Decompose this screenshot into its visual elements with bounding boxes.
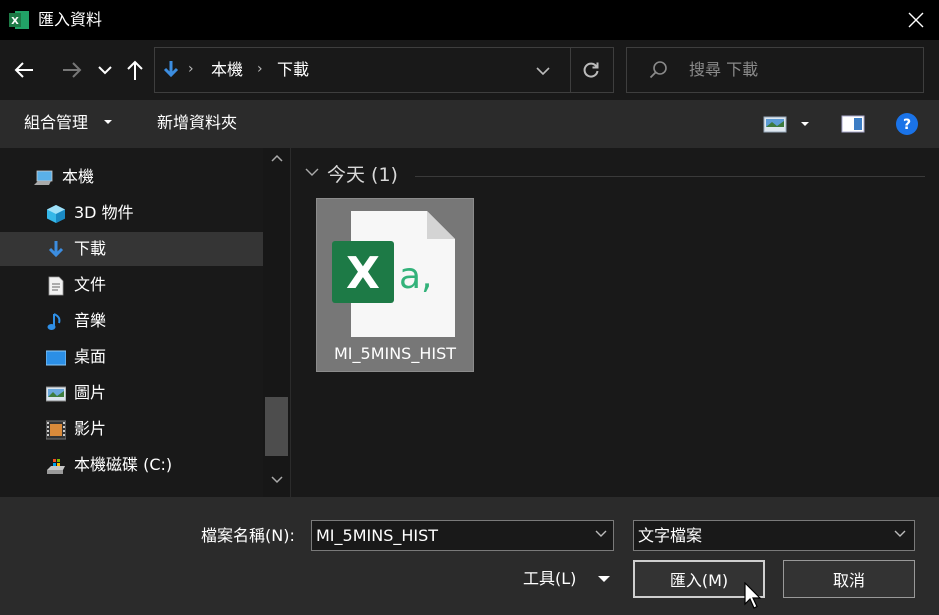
mouse-cursor-icon — [744, 582, 762, 609]
view-options-caret-icon — [801, 122, 809, 126]
sidebar-item-label: 3D 物件 — [74, 203, 134, 222]
navigation-scrollbar[interactable] — [263, 148, 290, 497]
group-header[interactable]: 今天 (1) — [327, 162, 398, 188]
refresh-button[interactable] — [575, 56, 607, 84]
preview-pane-icon — [841, 115, 865, 133]
title-bar: X 匯入資料 — [0, 0, 939, 40]
breadcrumb-separator: › — [257, 61, 263, 77]
help-icon: ? — [896, 113, 918, 135]
search-placeholder: 搜尋 下載 — [689, 60, 759, 79]
sidebar-item-label: 影片 — [74, 419, 107, 438]
arrow-right-icon — [63, 62, 82, 78]
filename-input[interactable]: MI_5MINS_HIST — [311, 520, 614, 551]
close-icon — [908, 12, 924, 28]
group-header-line — [415, 176, 925, 177]
sidebar-item-this-pc[interactable]: 本機 — [0, 160, 263, 194]
organize-button[interactable]: 組合管理 — [24, 112, 88, 134]
tools-caret-icon[interactable] — [598, 576, 610, 582]
pictures-icon — [46, 386, 66, 402]
chevron-down-icon — [894, 530, 906, 537]
navigation-pane: 本機 3D 物件 下載 文件 音樂 桌面 圖片 影片 本機磁碟 (C:) — [0, 148, 290, 497]
sidebar-item-label: 下載 — [74, 239, 107, 258]
close-button[interactable] — [893, 0, 939, 40]
sidebar-item-local-disk[interactable]: 本機磁碟 (C:) — [0, 448, 263, 482]
svg-text:a,: a, — [399, 256, 433, 297]
search-icon — [649, 61, 667, 79]
recent-locations-button[interactable] — [94, 52, 116, 88]
file-item[interactable]: X a, MI_5MINS_HIST — [316, 198, 474, 372]
view-thumbnail-icon — [763, 116, 787, 133]
scroll-down-icon[interactable] — [271, 476, 283, 484]
download-icon — [48, 241, 64, 258]
filetype-select[interactable]: 文字檔案 — [633, 520, 915, 551]
download-arrow-icon — [163, 61, 179, 78]
chevron-down-icon — [98, 66, 112, 75]
svg-text:?: ? — [903, 117, 911, 133]
window-title: 匯入資料 — [38, 10, 103, 29]
arrow-up-icon — [127, 60, 143, 80]
sidebar-item-label: 本機磁碟 (C:) — [74, 455, 173, 474]
cancel-button[interactable]: 取消 — [783, 560, 915, 598]
new-folder-button[interactable]: 新增資料夾 — [157, 112, 237, 134]
back-button[interactable] — [8, 52, 40, 88]
address-dropdown-button[interactable] — [529, 60, 557, 82]
sidebar-item-label: 本機 — [62, 167, 95, 186]
arrow-left-icon — [14, 62, 33, 78]
view-options-button[interactable] — [763, 114, 813, 136]
sidebar-item-label: 桌面 — [74, 347, 107, 366]
svg-text:X: X — [346, 248, 380, 299]
drive-icon — [47, 459, 65, 474]
refresh-icon — [583, 62, 599, 78]
tools-button[interactable]: 工具(L) — [523, 568, 576, 590]
address-divider — [570, 48, 571, 92]
sidebar-item-3d-objects[interactable]: 3D 物件 — [0, 196, 263, 230]
file-list-pane: 今天 (1) X a, MI_5MINS_HIST — [291, 148, 939, 497]
computer-icon — [34, 170, 53, 185]
scroll-up-icon[interactable] — [271, 154, 283, 162]
preview-pane-button[interactable] — [841, 114, 865, 134]
sidebar-item-downloads[interactable]: 下載 — [0, 232, 263, 266]
scrollbar-thumb[interactable] — [265, 397, 288, 456]
breadcrumb-downloads[interactable]: 下載 — [277, 59, 309, 81]
dialog-footer: 檔案名稱(N): MI_5MINS_HIST 文字檔案 工具(L) 匯入(M) … — [0, 497, 939, 615]
document-icon — [48, 276, 64, 296]
sidebar-item-music[interactable]: 音樂 — [0, 304, 263, 338]
music-icon — [47, 313, 61, 330]
help-button[interactable]: ? — [895, 112, 919, 136]
chevron-down-icon[interactable] — [305, 168, 319, 177]
chevron-down-icon — [536, 67, 550, 76]
sidebar-item-label: 文件 — [74, 275, 107, 294]
desktop-icon — [46, 350, 66, 366]
cube-icon — [47, 205, 65, 223]
breadcrumb-separator: › — [188, 61, 194, 77]
sidebar-item-desktop[interactable]: 桌面 — [0, 340, 263, 374]
filename-label: 檔案名稱(N): — [201, 526, 295, 545]
address-bar[interactable]: › 本機 › 下載 — [154, 47, 614, 93]
excel-csv-file-icon: X a, — [332, 211, 455, 337]
chevron-down-icon[interactable] — [595, 530, 607, 538]
file-name: MI_5MINS_HIST — [333, 344, 457, 363]
search-box[interactable]: 搜尋 下載 — [626, 47, 924, 93]
sidebar-item-videos[interactable]: 影片 — [0, 412, 263, 446]
sidebar-item-pictures[interactable]: 圖片 — [0, 376, 263, 410]
up-button[interactable] — [123, 52, 147, 88]
sidebar-item-label: 圖片 — [74, 383, 107, 402]
breadcrumb-this-pc[interactable]: 本機 — [211, 59, 243, 81]
organize-caret-icon — [104, 120, 112, 124]
sidebar-item-label: 音樂 — [74, 311, 107, 330]
video-icon — [46, 420, 66, 440]
filetype-value: 文字檔案 — [638, 526, 703, 545]
command-toolbar: 組合管理 新增資料夾 ? — [0, 100, 939, 148]
filename-value: MI_5MINS_HIST — [316, 526, 439, 545]
forward-button[interactable] — [56, 52, 88, 88]
excel-app-icon: X — [9, 11, 29, 29]
sidebar-item-documents[interactable]: 文件 — [0, 268, 263, 302]
svg-text:X: X — [11, 16, 19, 27]
